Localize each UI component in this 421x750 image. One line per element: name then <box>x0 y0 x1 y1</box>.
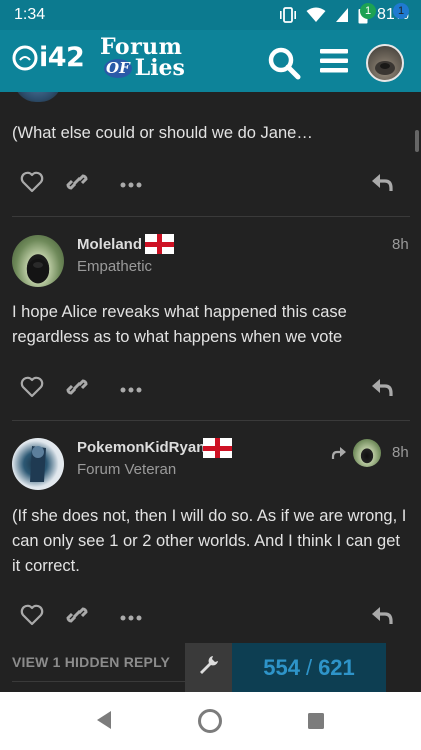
post-body: (If she does not, then I will do so. As … <box>12 507 407 575</box>
home-icon[interactable] <box>197 708 223 739</box>
reply-icon[interactable] <box>370 171 394 198</box>
user-avatar[interactable] <box>366 44 404 82</box>
reply-to-avatar[interactable] <box>353 439 381 467</box>
user-title: Forum Veteran <box>77 461 177 478</box>
avatar[interactable] <box>14 92 62 102</box>
hamburger-menu-icon[interactable] <box>319 47 349 80</box>
post-username[interactable]: Moleland <box>77 236 142 253</box>
post-body: I hope Alice reveaks what happened this … <box>12 303 347 346</box>
progress-total: 621 <box>318 654 355 680</box>
reply-icon[interactable] <box>370 604 394 631</box>
reply-to-arrow-icon <box>331 446 347 465</box>
vibrate-icon <box>279 7 297 23</box>
reply-icon[interactable] <box>370 376 394 403</box>
post-divider <box>12 216 410 217</box>
notification-badge-blue[interactable]: 1 <box>393 3 409 19</box>
more-options-icon[interactable] <box>120 381 142 399</box>
post-username[interactable]: PokemonKidRyan <box>77 439 205 456</box>
status-time: 1:34 <box>14 6 46 23</box>
avatar[interactable] <box>12 438 64 490</box>
like-heart-icon[interactable] <box>20 604 44 631</box>
post-divider <box>12 681 187 682</box>
england-flag-icon <box>145 234 174 254</box>
like-heart-icon[interactable] <box>20 171 44 198</box>
post-actions <box>12 171 410 201</box>
copy-link-icon[interactable] <box>65 604 89 631</box>
topic-stream[interactable]: (What else could or should we do Jane… M… <box>0 92 421 692</box>
android-nav-bar <box>0 692 421 750</box>
logo-title-of: OF <box>104 58 132 78</box>
logo-title-lies: Lies <box>134 55 185 81</box>
copy-link-icon[interactable] <box>65 171 89 198</box>
forum-of-lies-logo[interactable]: Forum OF Lies <box>100 36 185 79</box>
wrench-icon <box>198 654 220 681</box>
topic-progress[interactable]: 554 / 621 <box>232 643 386 692</box>
post-time[interactable]: 8h <box>392 236 409 253</box>
i42-logo[interactable]: i42 <box>12 42 85 73</box>
view-hidden-reply-button[interactable]: VIEW 1 HIDDEN REPLY <box>12 654 170 670</box>
signal-icon <box>335 7 349 23</box>
progress-separator: / <box>305 654 313 680</box>
i42-logo-text: i42 <box>39 42 85 73</box>
user-title: Empathetic <box>77 258 153 275</box>
avatar[interactable] <box>12 235 64 287</box>
post-body: (What else could or should we do Jane… <box>12 124 313 142</box>
post-actions <box>12 376 410 406</box>
england-flag-icon <box>203 438 232 458</box>
progress-current: 554 <box>263 654 300 680</box>
back-icon[interactable] <box>94 709 114 736</box>
admin-wrench-button[interactable] <box>185 643 232 692</box>
notification-badge-green[interactable]: 1 <box>360 3 376 19</box>
status-bar: 1:34 81% <box>0 0 421 30</box>
post-time[interactable]: 8h <box>392 444 409 461</box>
scrollbar-thumb[interactable] <box>415 130 419 152</box>
i42-swirl-icon <box>12 45 38 70</box>
wifi-icon <box>306 7 326 23</box>
more-options-icon[interactable] <box>120 176 142 194</box>
copy-link-icon[interactable] <box>65 376 89 403</box>
recent-apps-icon[interactable] <box>306 711 326 736</box>
more-options-icon[interactable] <box>120 609 142 627</box>
post-divider <box>12 420 410 421</box>
search-icon[interactable] <box>267 46 301 85</box>
app-header: i42 Forum OF Lies <box>0 30 421 92</box>
post-actions <box>12 604 410 634</box>
like-heart-icon[interactable] <box>20 376 44 403</box>
